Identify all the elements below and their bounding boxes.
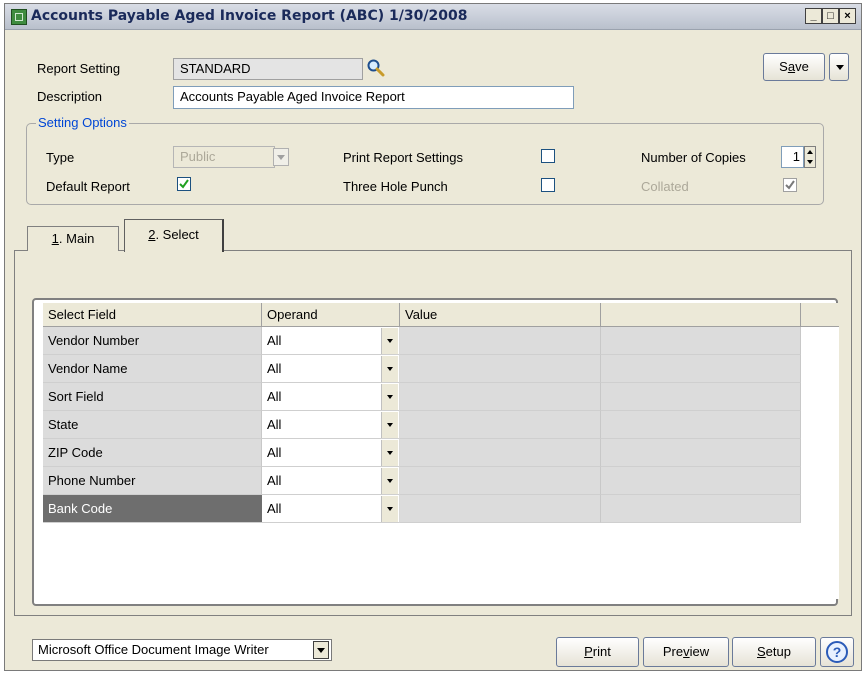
print-accel: P (584, 644, 593, 659)
collated-checkbox[interactable] (783, 178, 797, 192)
row-field-cell[interactable]: Phone Number (43, 467, 262, 495)
magnifier-icon[interactable] (366, 58, 386, 78)
setup-accel: S (757, 644, 766, 659)
type-combo[interactable]: Public (173, 146, 275, 168)
description-field[interactable]: Accounts Payable Aged Invoice Report (173, 86, 574, 109)
app-icon[interactable] (11, 9, 27, 25)
type-value: Public (180, 149, 216, 164)
setting-options-title: Setting Options (36, 115, 129, 130)
maximize-button[interactable]: □ (822, 8, 839, 24)
row-field-cell[interactable]: Vendor Number (43, 327, 262, 355)
setup-button[interactable]: Setup (732, 637, 816, 667)
operand-dropdown-icon[interactable] (381, 328, 398, 354)
tab-select-label: . Select (155, 227, 199, 242)
column-header-value[interactable]: Value (400, 303, 601, 327)
row-extra-cell (601, 411, 801, 439)
type-dropdown-icon[interactable] (273, 148, 289, 166)
row-operand-cell[interactable]: All (262, 355, 400, 383)
minimize-button[interactable]: _ (805, 8, 822, 24)
column-header-select-field[interactable]: Select Field (43, 303, 262, 327)
tab-main[interactable]: 1. Main (27, 226, 119, 251)
column-header-operand[interactable]: Operand (262, 303, 400, 327)
row-value-cell[interactable] (400, 439, 601, 467)
help-button[interactable]: ? (820, 637, 854, 667)
row-field-cell[interactable]: Vendor Name (43, 355, 262, 383)
row-field-cell-selected[interactable]: Bank Code (43, 495, 262, 523)
column-header-extra (601, 303, 801, 327)
printer-select[interactable]: Microsoft Office Document Image Writer (32, 639, 332, 661)
row-operand-cell[interactable]: All (262, 327, 400, 355)
row-value-cell[interactable] (400, 327, 601, 355)
row-field-cell[interactable]: ZIP Code (43, 439, 262, 467)
operand-dropdown-icon[interactable] (381, 440, 398, 466)
checkmark-icon (179, 179, 189, 189)
description-label: Description (37, 89, 103, 104)
row-value-cell[interactable] (400, 411, 601, 439)
collated-label: Collated (641, 179, 689, 194)
row-value-cell[interactable] (400, 467, 601, 495)
save-button[interactable]: Save (763, 53, 825, 81)
row-value-cell[interactable] (400, 495, 601, 523)
help-icon: ? (826, 641, 848, 663)
row-value-cell[interactable] (400, 383, 601, 411)
window-title: Accounts Payable Aged Invoice Report (AB… (31, 8, 468, 24)
row-operand-cell[interactable]: All (262, 439, 400, 467)
tab-select[interactable]: 2. Select (124, 219, 224, 252)
checkmark-icon (785, 180, 795, 190)
print-report-settings-checkbox[interactable] (541, 149, 555, 163)
row-operand-cell[interactable]: All (262, 467, 400, 495)
row-field-cell[interactable]: State (43, 411, 262, 439)
row-extra-cell (601, 467, 801, 495)
triangle-down-icon (836, 65, 844, 70)
type-label: Type (46, 150, 75, 165)
row-operand-cell[interactable]: All (262, 411, 400, 439)
three-hole-punch-checkbox[interactable] (541, 178, 555, 192)
row-extra-cell (601, 355, 801, 383)
print-button[interactable]: Print (556, 637, 639, 667)
print-report-settings-label: Print Report Settings (343, 150, 463, 165)
row-value-cell[interactable] (400, 355, 601, 383)
spin-up-icon[interactable] (807, 150, 813, 154)
preview-button[interactable]: Preview (643, 637, 729, 667)
row-operand-cell[interactable]: All (262, 383, 400, 411)
operand-dropdown-icon[interactable] (381, 384, 398, 410)
operand-dropdown-icon[interactable] (381, 412, 398, 438)
default-report-checkbox[interactable] (177, 177, 191, 191)
close-button[interactable]: × (839, 8, 856, 24)
number-of-copies-field[interactable]: 1 (781, 146, 804, 168)
column-header-filler (801, 303, 839, 327)
three-hole-punch-label: Three Hole Punch (343, 179, 448, 194)
tab-main-label: . Main (58, 231, 95, 246)
operand-dropdown-icon[interactable] (381, 468, 398, 494)
number-of-copies-label: Number of Copies (641, 150, 746, 165)
save-accel: a (787, 59, 796, 74)
spin-down-icon[interactable] (807, 160, 813, 164)
report-setting-label: Report Setting (37, 61, 121, 76)
printer-dropdown-icon[interactable] (313, 641, 329, 659)
default-report-label: Default Report (46, 179, 130, 194)
select-grid: Select Field Operand Value Vendor Number… (43, 303, 839, 599)
tab-main-accel: 1 (51, 231, 59, 246)
row-extra-cell (601, 327, 801, 355)
operand-dropdown-icon[interactable] (381, 356, 398, 382)
row-extra-cell (601, 439, 801, 467)
title-bar: Accounts Payable Aged Invoice Report (AB… (5, 4, 861, 30)
row-field-cell[interactable]: Sort Field (43, 383, 262, 411)
save-menu-button[interactable] (829, 53, 849, 81)
row-extra-cell (601, 495, 801, 523)
report-setting-field[interactable]: STANDARD (173, 58, 363, 80)
operand-dropdown-icon[interactable] (381, 496, 398, 522)
svg-text:?: ? (833, 644, 842, 660)
row-operand-cell[interactable]: All (262, 495, 400, 523)
row-extra-cell (601, 383, 801, 411)
copies-spinner[interactable] (804, 146, 816, 168)
preview-accel: v (683, 644, 690, 659)
